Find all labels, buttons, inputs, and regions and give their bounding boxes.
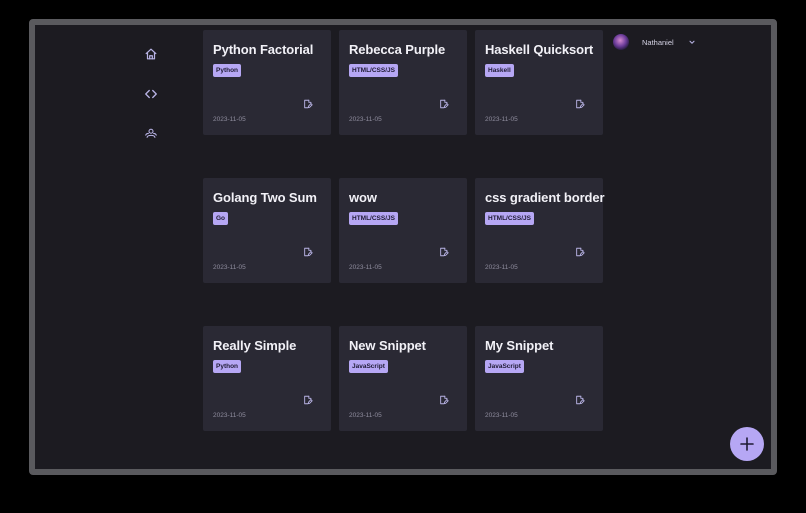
language-tag: Go bbox=[213, 212, 229, 225]
snippet-date: 2023-11-05 bbox=[213, 264, 246, 271]
edit-icon[interactable] bbox=[303, 247, 313, 257]
snippet-title: Python Factorial bbox=[213, 42, 314, 57]
app-window: Nathaniel Python Factorial Python 2023-1… bbox=[29, 19, 777, 475]
user-name: Nathaniel bbox=[642, 37, 674, 47]
snippet-date: 2023-11-05 bbox=[213, 412, 246, 419]
snippet-title: Really Simple bbox=[213, 338, 297, 353]
snippet-title: Golang Two Sum bbox=[213, 190, 317, 205]
language-tag: HTML/CSS/JS bbox=[349, 212, 398, 225]
edit-icon[interactable] bbox=[575, 247, 585, 257]
edit-icon[interactable] bbox=[575, 99, 585, 109]
snippet-title: New Snippet bbox=[349, 338, 426, 353]
language-tag: HTML/CSS/JS bbox=[349, 64, 398, 77]
snippet-date: 2023-11-05 bbox=[485, 412, 518, 419]
edit-icon[interactable] bbox=[575, 395, 585, 405]
add-snippet-button[interactable] bbox=[730, 427, 764, 461]
snippet-card[interactable]: Really Simple Python 2023-11-05 bbox=[203, 326, 331, 431]
snippet-title: css gradient border bbox=[485, 190, 605, 205]
snippet-date: 2023-11-05 bbox=[349, 412, 382, 419]
snippet-date: 2023-11-05 bbox=[213, 116, 246, 123]
avatar[interactable] bbox=[613, 34, 629, 50]
language-tag: Haskell bbox=[485, 64, 514, 77]
snippet-card[interactable]: Python Factorial Python 2023-11-05 bbox=[203, 30, 331, 135]
snippet-date: 2023-11-05 bbox=[485, 116, 518, 123]
snippet-card[interactable]: css gradient border HTML/CSS/JS 2023-11-… bbox=[475, 178, 605, 283]
snippet-title: Rebecca Purple bbox=[349, 42, 446, 57]
snippet-card[interactable]: Rebecca Purple HTML/CSS/JS 2023-11-05 bbox=[339, 30, 467, 135]
snippet-title: Haskell Quicksort bbox=[485, 42, 594, 57]
edit-icon[interactable] bbox=[303, 395, 313, 405]
user-menu[interactable]: Nathaniel bbox=[613, 33, 696, 51]
language-tag: JavaScript bbox=[349, 360, 388, 373]
snippet-card[interactable]: wow HTML/CSS/JS 2023-11-05 bbox=[339, 178, 467, 283]
snippet-card[interactable]: My Snippet JavaScript 2023-11-05 bbox=[475, 326, 603, 431]
edit-icon[interactable] bbox=[439, 247, 449, 257]
plus-icon bbox=[740, 437, 754, 451]
language-tag: Python bbox=[213, 64, 242, 77]
users-icon[interactable] bbox=[144, 126, 158, 140]
language-tag: HTML/CSS/JS bbox=[485, 212, 534, 225]
home-icon[interactable] bbox=[144, 47, 158, 61]
snippet-card[interactable]: Haskell Quicksort Haskell 2023-11-05 bbox=[475, 30, 603, 135]
snippet-date: 2023-11-05 bbox=[485, 264, 518, 271]
snippet-title: My Snippet bbox=[485, 338, 554, 353]
edit-icon[interactable] bbox=[439, 99, 449, 109]
snippet-date: 2023-11-05 bbox=[349, 264, 382, 271]
edit-icon[interactable] bbox=[439, 395, 449, 405]
snippet-card[interactable]: Golang Two Sum Go 2023-11-05 bbox=[203, 178, 331, 283]
chevron-down-icon[interactable] bbox=[688, 38, 696, 46]
snippet-card[interactable]: New Snippet JavaScript 2023-11-05 bbox=[339, 326, 467, 431]
language-tag: JavaScript bbox=[485, 360, 524, 373]
language-tag: Python bbox=[213, 360, 242, 373]
edit-icon[interactable] bbox=[303, 99, 313, 109]
snippet-date: 2023-11-05 bbox=[349, 116, 382, 123]
code-icon[interactable] bbox=[144, 87, 158, 101]
snippet-title: wow bbox=[349, 190, 377, 205]
